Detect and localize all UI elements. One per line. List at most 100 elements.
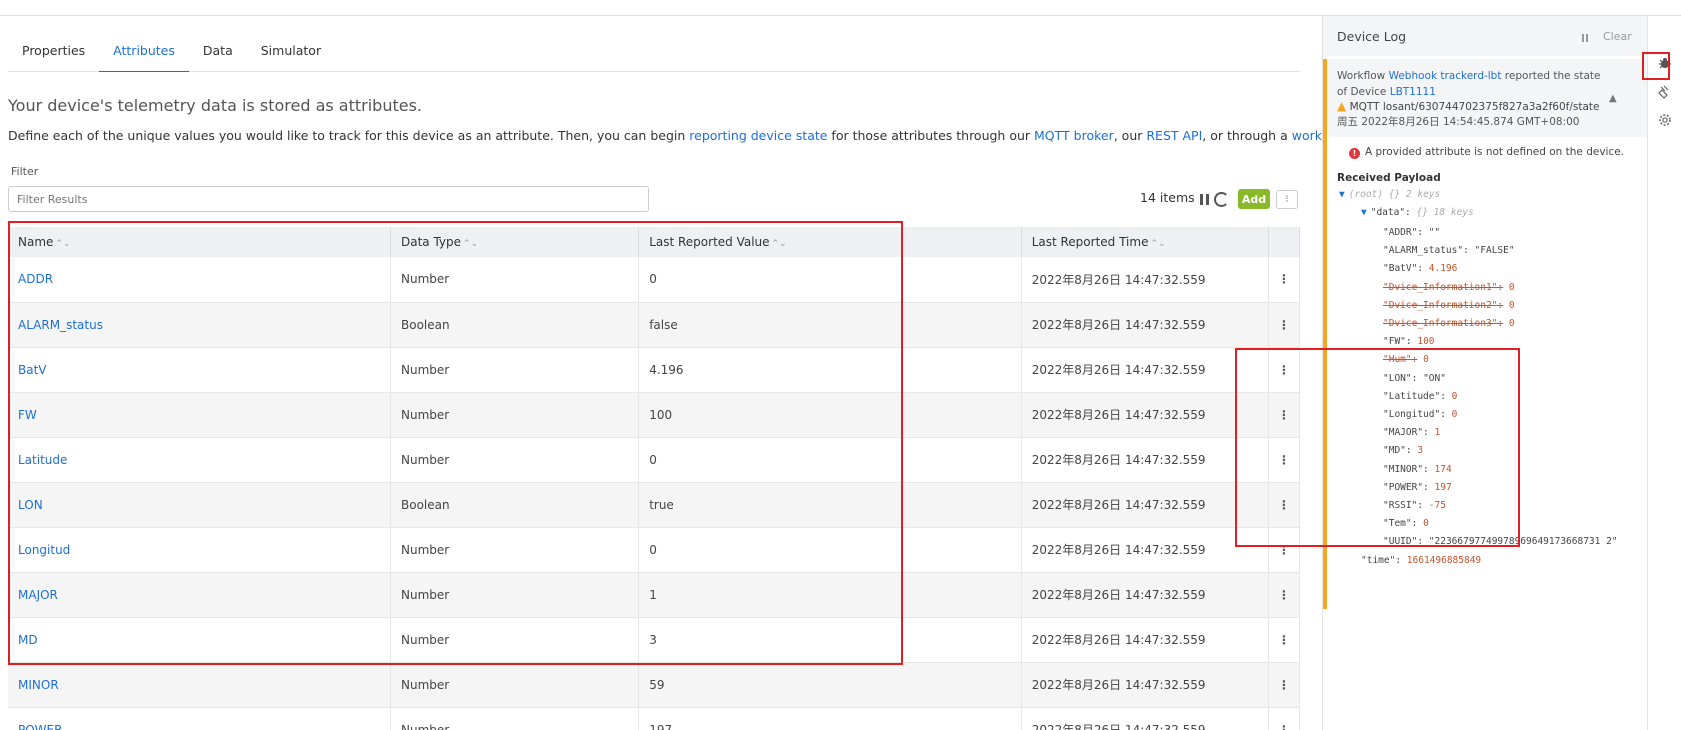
table-row: MAJOR Number 1 2022年8月26日 14:47:32.559 ⋮ bbox=[8, 572, 1301, 617]
json-key: "MAJOR": bbox=[1383, 427, 1429, 439]
table-row: BatV Number 4.196 2022年8月26日 14:47:32.559 ⋮ bbox=[8, 347, 1301, 392]
row-menu-icon[interactable]: ⋮ bbox=[1268, 257, 1301, 302]
json-value: "FALSE" bbox=[1474, 245, 1515, 257]
json-line: "MINOR": 174 bbox=[1383, 464, 1452, 475]
error-icon: ! bbox=[1349, 148, 1360, 159]
mqtt-broker-link[interactable]: MQTT broker bbox=[1034, 128, 1114, 143]
attr-value-cell: false bbox=[638, 302, 1022, 347]
json-value: "ON" bbox=[1423, 372, 1446, 384]
attr-value-cell: 3 bbox=[638, 617, 1022, 662]
desc-text-2: for those attributes through our bbox=[827, 128, 1035, 143]
json-value: 0 bbox=[1508, 299, 1515, 311]
add-attribute-button[interactable]: Add bbox=[1238, 189, 1270, 209]
attr-type-cell: Number bbox=[390, 347, 640, 392]
pause-icon[interactable] bbox=[1200, 194, 1210, 205]
row-menu-icon[interactable]: ⋮ bbox=[1268, 392, 1301, 437]
json-key: "Dvice_Information1": bbox=[1383, 281, 1504, 293]
row-menu-icon[interactable]: ⋮ bbox=[1268, 707, 1301, 730]
attr-name-cell: MINOR bbox=[8, 662, 391, 707]
col-last-value[interactable]: Last Reported Value ⌃⌄ bbox=[638, 227, 1022, 257]
refresh-spinner-icon bbox=[1214, 192, 1229, 207]
row-menu-icon[interactable]: ⋮ bbox=[1268, 662, 1301, 707]
json-value: -75 bbox=[1428, 500, 1446, 511]
attr-value-cell: 1 bbox=[638, 572, 1022, 617]
attr-type-cell: Number bbox=[390, 572, 640, 617]
settings-gear-icon[interactable] bbox=[1655, 113, 1675, 133]
attr-name-link[interactable]: POWER bbox=[18, 723, 62, 730]
mqtt-topic: ▲ MQTT losant/630744702375f827a3a2f60f/s… bbox=[1337, 99, 1599, 113]
row-menu-icon[interactable]: ⋮ bbox=[1268, 437, 1301, 482]
col-value-label: Last Reported Value bbox=[649, 235, 770, 249]
json-key: "time": bbox=[1361, 554, 1402, 566]
attr-name-link[interactable]: FW bbox=[18, 408, 37, 422]
col-name[interactable]: Name ⌃⌄ bbox=[8, 227, 391, 257]
attr-name-link[interactable]: BatV bbox=[18, 363, 47, 377]
json-data-row[interactable]: ▼ "data": {} 18 keys bbox=[1361, 207, 1474, 218]
col-actions bbox=[1268, 227, 1301, 257]
json-key: "data": bbox=[1370, 207, 1411, 218]
json-root-meta: (root) {} 2 keys bbox=[1348, 189, 1441, 200]
table-header-row: Name ⌃⌄ Data Type ⌃⌄ Last Reported Value ⌃⌄… bbox=[8, 227, 1301, 257]
attr-name-link[interactable]: Latitude bbox=[18, 453, 67, 467]
log-clear-button[interactable]: Clear bbox=[1603, 30, 1632, 43]
log-pause-icon[interactable] bbox=[1582, 34, 1589, 42]
json-line: "POWER": 197 bbox=[1383, 482, 1452, 493]
attr-value-cell: 59 bbox=[638, 662, 1022, 707]
rest-api-link[interactable]: REST API bbox=[1146, 128, 1202, 143]
json-value: 197 bbox=[1434, 481, 1452, 493]
filter-input[interactable] bbox=[8, 186, 649, 212]
col-type-label: Data Type bbox=[401, 235, 462, 249]
attr-value-cell: 100 bbox=[638, 392, 1022, 437]
tab-properties[interactable]: Properties bbox=[8, 40, 99, 72]
attr-time-cell: 2022年8月26日 14:47:32.559 bbox=[1021, 527, 1269, 572]
attr-type-cell: Boolean bbox=[390, 302, 640, 347]
reporting-device-state-link[interactable]: reporting device state bbox=[689, 128, 827, 143]
more-options-button[interactable]: ⁝ bbox=[1276, 190, 1298, 209]
tab-data[interactable]: Data bbox=[189, 40, 247, 72]
sort-icon: ⌃⌄ bbox=[771, 239, 787, 249]
row-menu-icon[interactable]: ⋮ bbox=[1268, 572, 1301, 617]
attr-name-link[interactable]: ALARM_status bbox=[18, 318, 103, 332]
attr-name-link[interactable]: LON bbox=[18, 498, 43, 512]
tab-simulator[interactable]: Simulator bbox=[247, 40, 335, 72]
row-menu-icon[interactable]: ⋮ bbox=[1268, 527, 1301, 572]
row-menu-icon[interactable]: ⋮ bbox=[1268, 347, 1301, 392]
attr-name-cell: LON bbox=[8, 482, 391, 527]
json-line: "RSSI": -75 bbox=[1383, 500, 1446, 511]
json-value: "" bbox=[1428, 227, 1441, 238]
attr-name-cell: MAJOR bbox=[8, 572, 391, 617]
error-message: ! A provided attribute is not defined on … bbox=[1349, 146, 1624, 159]
workflow-link[interactable]: workflow bbox=[1292, 128, 1322, 143]
log-entry-header[interactable]: Workflow Webhook trackerd-lbt reported t… bbox=[1327, 59, 1648, 137]
json-line: "MD": 3 bbox=[1383, 445, 1423, 456]
json-root-row[interactable]: ▼ (root) {} 2 keys bbox=[1339, 189, 1440, 200]
device-name-link[interactable]: LBT1111 bbox=[1390, 86, 1436, 98]
sort-icon: ⌃⌄ bbox=[55, 239, 71, 249]
collapse-icon[interactable]: ▲ bbox=[1609, 93, 1617, 104]
attr-name-link[interactable]: Longitud bbox=[18, 543, 70, 557]
attr-name-link[interactable]: MAJOR bbox=[18, 588, 58, 602]
workflow-name-link[interactable]: Webhook trackerd-lbt bbox=[1389, 70, 1502, 82]
debug-bug-icon[interactable] bbox=[1655, 56, 1675, 76]
attr-name-link[interactable]: MINOR bbox=[18, 678, 59, 692]
attr-name-link[interactable]: MD bbox=[18, 633, 38, 647]
json-value: 4.196 bbox=[1428, 263, 1458, 275]
tab-bar: Properties Attributes Data Simulator bbox=[8, 40, 1300, 72]
attr-name-link[interactable]: ADDR bbox=[18, 272, 53, 286]
attr-type-cell: Number bbox=[390, 662, 640, 707]
col-data-type[interactable]: Data Type ⌃⌄ bbox=[390, 227, 640, 257]
attr-value-cell: 0 bbox=[638, 437, 1022, 482]
row-menu-icon[interactable]: ⋮ bbox=[1268, 617, 1301, 662]
tab-attributes[interactable]: Attributes bbox=[99, 40, 189, 72]
row-menu-icon[interactable]: ⋮ bbox=[1268, 302, 1301, 347]
plug-icon[interactable] bbox=[1655, 85, 1675, 105]
json-line: "Dvice_Information3": 0 bbox=[1383, 318, 1515, 329]
attr-time-cell: 2022年8月26日 14:47:32.559 bbox=[1021, 707, 1269, 730]
top-bar bbox=[0, 0, 1681, 16]
col-last-time[interactable]: Last Reported Time ⌃⌄ bbox=[1021, 227, 1269, 257]
table-row: FW Number 100 2022年8月26日 14:47:32.559 ⋮ bbox=[8, 392, 1301, 437]
attr-time-cell: 2022年8月26日 14:47:32.559 bbox=[1021, 257, 1269, 302]
col-time-label: Last Reported Time bbox=[1031, 235, 1149, 249]
row-menu-icon[interactable]: ⋮ bbox=[1268, 482, 1301, 527]
error-text: A provided attribute is not defined on t… bbox=[1365, 146, 1625, 158]
